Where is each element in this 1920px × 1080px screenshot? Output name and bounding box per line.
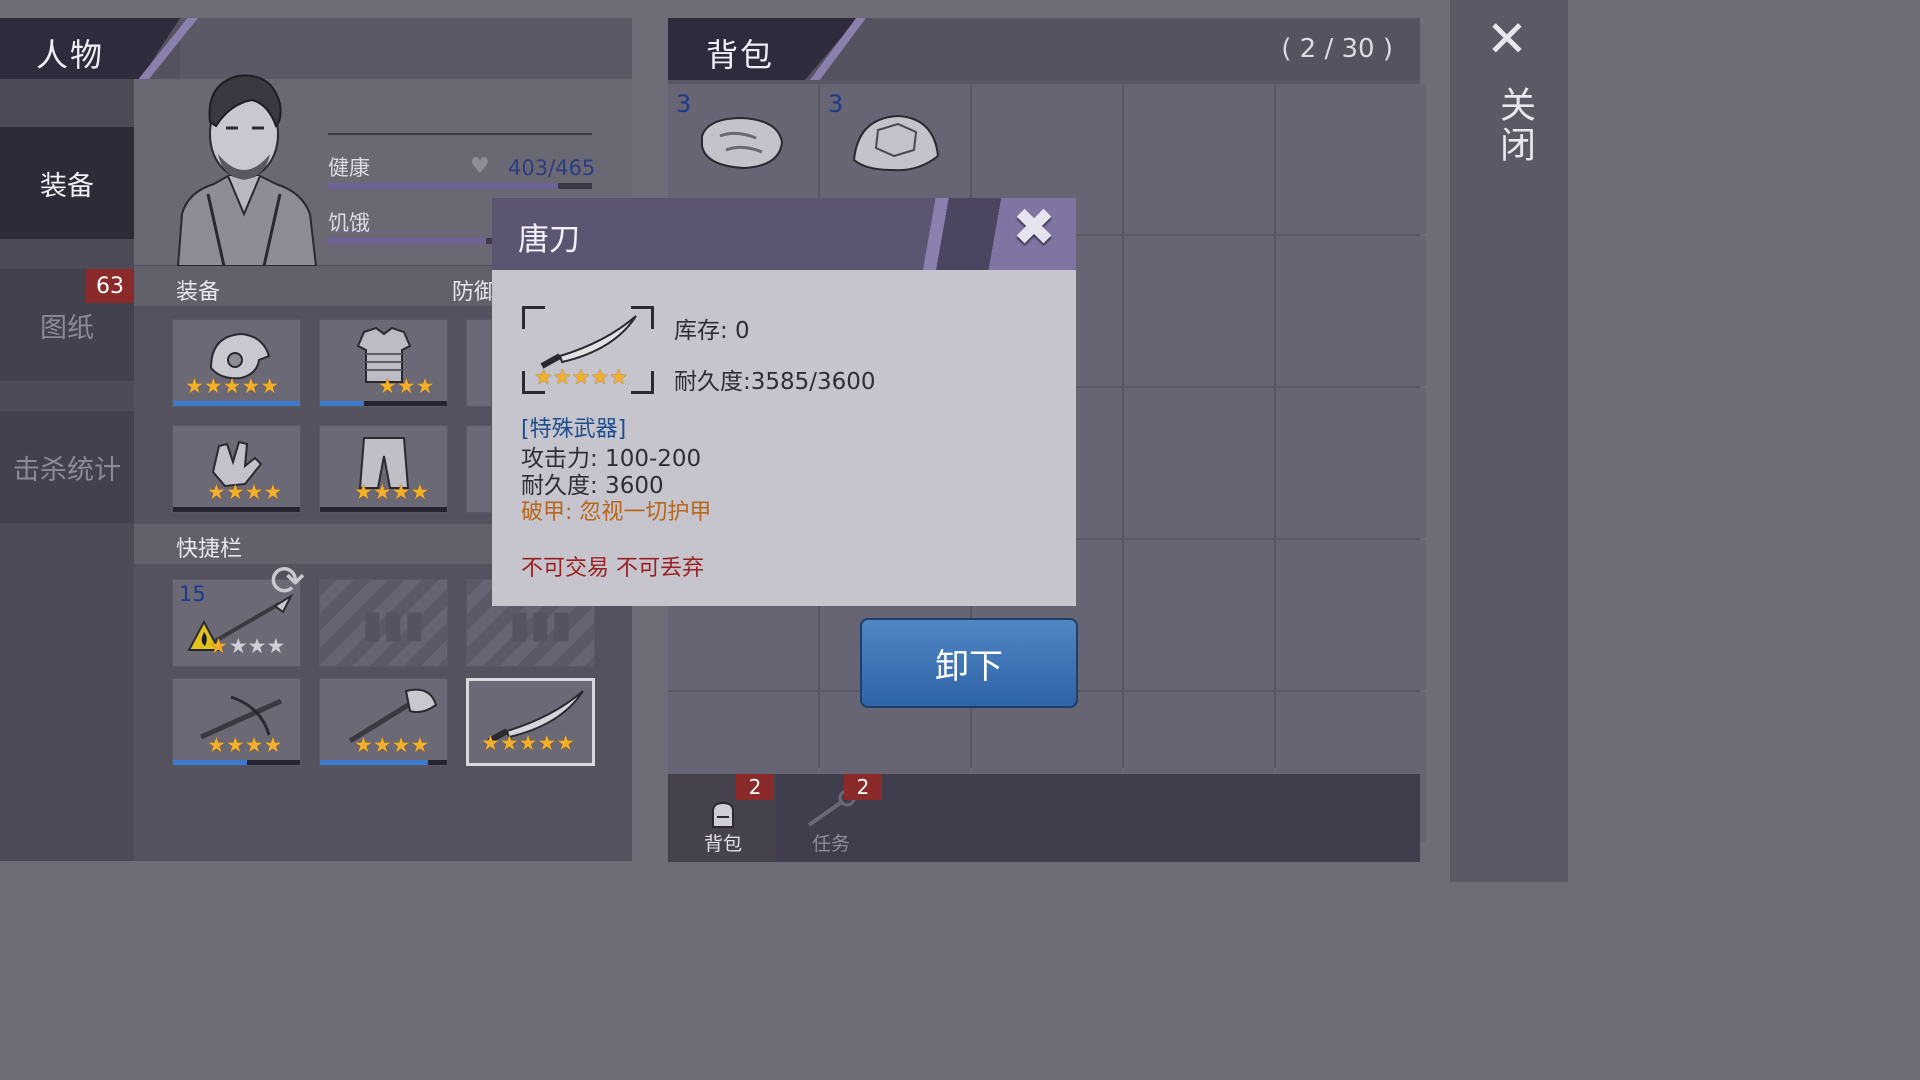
tang-dao-slot-stars: ★★★★★	[481, 731, 576, 755]
tang-dao-icon	[540, 315, 637, 369]
bag-slot[interactable]	[1276, 540, 1426, 690]
locked-icon: ▮▮▮	[362, 602, 425, 646]
quests-tab-badge: 2	[844, 774, 882, 800]
axe-stars: ★★★★	[354, 733, 430, 757]
popup-durability-current: 耐久度:3585/3600	[674, 369, 876, 395]
bag-slot[interactable]	[1124, 388, 1274, 538]
tab-blueprints[interactable]: 63 图纸	[0, 269, 134, 381]
quickbar-slot-crossbow[interactable]: ★★★★	[172, 678, 301, 766]
spear-stars: ★ ★★★	[209, 634, 286, 658]
locked-icon: ▮▮▮	[509, 602, 572, 646]
equip-slot-helmet[interactable]: ★★★★★	[172, 319, 301, 407]
stat-divider	[328, 133, 592, 135]
crossbow-stars: ★★★★	[207, 733, 283, 757]
swap-icon[interactable]: ⟳	[270, 556, 305, 605]
popup-restrictions: 不可交易 不可丢弃	[521, 556, 704, 581]
helmet-stars: ★★★★★	[185, 374, 280, 398]
popup-item-frame: ★★★★★	[522, 306, 654, 394]
armor-stars: ★★★	[378, 374, 435, 398]
bag-slot[interactable]	[1276, 388, 1426, 538]
tab-kill-stats[interactable]: 击杀统计	[0, 411, 134, 523]
popup-close-icon[interactable]: ✖	[1010, 202, 1058, 254]
bag-title: 背包	[706, 36, 775, 74]
bag-slot[interactable]	[1124, 236, 1274, 386]
character-portrait	[176, 74, 318, 266]
close-label[interactable]: 关闭	[1488, 86, 1540, 166]
bag-slot[interactable]	[1124, 540, 1274, 690]
popup-stock: 库存: 0	[674, 318, 750, 344]
popup-item-stars: ★★★★★	[534, 365, 629, 389]
equip-slot-pants[interactable]: ★★★★	[319, 425, 448, 513]
tab-blueprints-label: 图纸	[40, 312, 94, 344]
bag-capacity: ( 2 / 30 )	[1281, 34, 1393, 64]
meat-icon	[701, 116, 784, 170]
bag-tab-badge: 2	[736, 774, 774, 800]
popup-item-name: 唐刀	[518, 222, 580, 258]
equip-slot-gloves[interactable]: ★★★★	[172, 425, 301, 513]
quickbar-slot-axe[interactable]: ★★★★	[319, 678, 448, 766]
close-icon[interactable]: ✕	[1486, 14, 1528, 64]
equip-slot-armor[interactable]: ★★★	[319, 319, 448, 407]
bag-slot[interactable]	[1276, 236, 1426, 386]
bag-slot[interactable]	[1276, 84, 1426, 234]
bag-slot[interactable]	[1124, 84, 1274, 234]
gloves-stars: ★★★★	[207, 480, 283, 504]
quickbar-label: 快捷栏	[176, 537, 243, 562]
hunger-label: 饥饿	[328, 211, 370, 235]
equipment-section-label: 装备	[176, 280, 221, 305]
equip-slot-extra[interactable]	[466, 319, 492, 407]
turtle-shell-icon	[852, 114, 940, 172]
heart-icon: ♥	[470, 154, 490, 179]
equip-slot-extra-2[interactable]	[466, 425, 492, 513]
health-label: 健康	[328, 156, 370, 180]
side-tab-bar: 装备 63 图纸 击杀统计	[0, 79, 134, 861]
blueprints-badge: 63	[86, 269, 134, 303]
item-count: 3	[676, 90, 692, 118]
quickbar-slot-tang-dao-selected[interactable]: ★★★★★	[466, 678, 595, 766]
defense-label: 防御	[452, 280, 497, 305]
item-count: 3	[828, 90, 844, 118]
bottom-tab-bag-label: 背包	[703, 833, 742, 855]
hunger-bar-fill	[328, 238, 487, 244]
tab-equipment-label: 装备	[40, 170, 94, 202]
unequip-button[interactable]: 卸下	[860, 618, 1078, 708]
pants-stars: ★★★★	[354, 480, 430, 504]
health-bar-fill	[328, 183, 558, 189]
tab-kill-stats-label: 击杀统计	[13, 454, 121, 486]
character-title: 人物	[36, 36, 105, 74]
backpack-icon	[712, 801, 734, 828]
tab-equipment[interactable]: 装备	[0, 127, 134, 239]
quickbar-slot-locked-1: ▮▮▮	[319, 579, 448, 667]
health-value: 403/465	[508, 156, 596, 180]
bottom-tab-quests-label: 任务	[811, 833, 850, 855]
popup-armor-pierce: 破甲: 忽视一切护甲	[521, 500, 712, 525]
